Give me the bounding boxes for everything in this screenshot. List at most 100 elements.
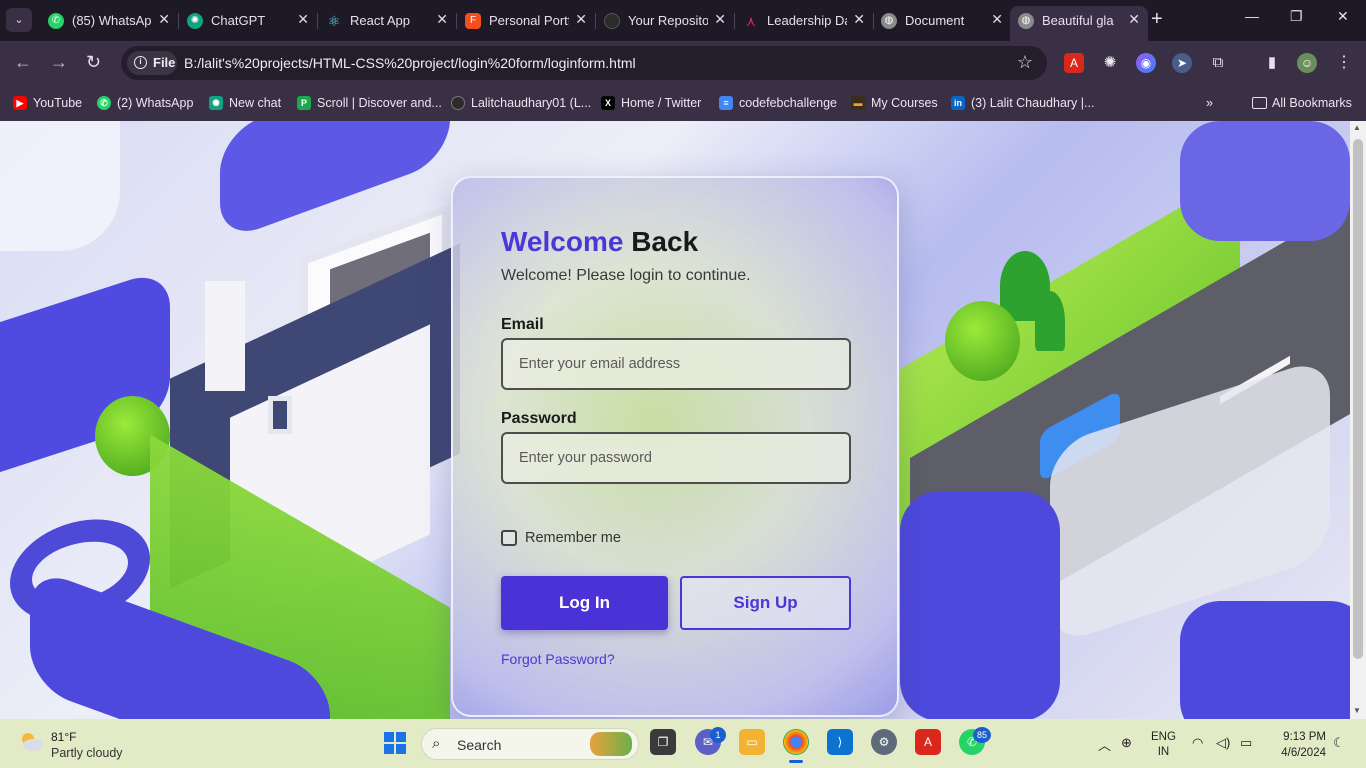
language-indicator[interactable]: ENG IN <box>1151 730 1176 760</box>
tab-personal-portfolio[interactable]: F Personal Portfolio ✕ <box>457 6 596 35</box>
site-info-chip[interactable]: i File <box>127 51 177 75</box>
tab-your-repositories[interactable]: Your Repositories ✕ <box>596 6 735 35</box>
profile-avatar[interactable]: ☺ <box>1297 53 1317 73</box>
window-close-icon[interactable]: ✕ <box>1337 8 1349 25</box>
new-tab-button[interactable]: + <box>1151 8 1163 31</box>
close-icon[interactable]: ✕ <box>158 11 170 28</box>
chip-label: File <box>153 55 176 70</box>
notification-badge: 85 <box>973 727 991 743</box>
tab-title: (85) WhatsApp <box>72 13 152 28</box>
close-icon[interactable]: ✕ <box>853 11 865 28</box>
info-icon: i <box>134 56 147 69</box>
login-button[interactable]: Log In <box>501 576 668 630</box>
acrobat-extension-icon[interactable]: A <box>1064 53 1084 73</box>
linkedin-icon: in <box>951 96 965 110</box>
email-field[interactable] <box>501 338 851 390</box>
bookmark-my-courses[interactable]: ▬ My Courses <box>851 93 938 113</box>
signup-button[interactable]: Sign Up <box>680 576 851 630</box>
password-field[interactable] <box>501 432 851 484</box>
menu-kebab-icon[interactable]: ⋮ <box>1334 53 1354 73</box>
bookmark-youtube[interactable]: ▶ YouTube <box>13 93 82 113</box>
bookmark-codefebchallenge[interactable]: ≡ codefebchallenge <box>719 93 837 113</box>
close-icon[interactable]: ✕ <box>436 11 448 28</box>
docs-icon: ≡ <box>719 96 733 110</box>
openai-extension-icon[interactable]: ✺ <box>1100 53 1120 73</box>
vscode-icon[interactable]: ⟩ <box>827 729 853 755</box>
title-accent: Welcome <box>501 226 624 257</box>
bookmark-github[interactable]: Lalitchaudhary01 (L... <box>451 93 591 113</box>
whatsapp-icon: ✆ <box>48 13 64 29</box>
volume-icon[interactable]: ◁) <box>1216 735 1230 751</box>
forgot-password-link[interactable]: Forgot Password? <box>501 651 615 667</box>
url-text[interactable]: B:/lalit's%20projects/HTML-CSS%20project… <box>184 55 636 71</box>
battery-icon[interactable]: ▭ <box>1240 735 1252 751</box>
background-decoration <box>0 121 120 251</box>
page-scrollbar[interactable]: ▲ ▼ <box>1350 121 1366 719</box>
login-card: Welcome Back Welcome! Please login to co… <box>451 176 899 717</box>
tab-whatsapp[interactable]: ✆ (85) WhatsApp ✕ <box>40 6 179 35</box>
network-globe-icon[interactable]: ⊕ <box>1121 735 1132 751</box>
tab-search-button[interactable]: ⌄ <box>6 8 32 32</box>
scroll-down-icon[interactable]: ▼ <box>1353 706 1361 715</box>
bookmark-linkedin[interactable]: in (3) Lalit Chaudhary |... <box>951 93 1094 113</box>
close-icon[interactable]: ✕ <box>297 11 309 28</box>
settings-gear-icon[interactable]: ⚙ <box>871 729 897 755</box>
clock[interactable]: 9:13 PM 4/6/2024 <box>1274 729 1326 761</box>
tab-beautiful-glass[interactable]: ◍ Beautiful glassmorphism ✕ <box>1010 6 1148 41</box>
tab-strip: ⌄ ✆ (85) WhatsApp ✕ ✺ ChatGPT ✕ ⚛ React … <box>0 0 1366 41</box>
all-bookmarks-button[interactable]: All Bookmarks <box>1252 93 1352 113</box>
bookmark-scroll[interactable]: P Scroll | Discover and... <box>297 93 442 113</box>
close-icon[interactable]: ✕ <box>1128 11 1140 28</box>
side-panel-icon[interactable]: ▮ <box>1262 53 1282 73</box>
github-icon <box>604 13 620 29</box>
close-icon[interactable]: ✕ <box>714 11 726 28</box>
chatgpt-icon: ✺ <box>187 13 203 29</box>
bookmark-whatsapp[interactable]: ✆ (2) WhatsApp <box>97 93 193 113</box>
close-icon[interactable]: ✕ <box>991 11 1003 28</box>
tab-leadership[interactable]: ⋏ Leadership Dashboard ✕ <box>735 6 874 35</box>
tab-react-app[interactable]: ⚛ React App ✕ <box>318 6 457 35</box>
forward-icon[interactable]: → <box>50 52 68 73</box>
notification-bell-icon[interactable]: ☾ <box>1333 735 1345 751</box>
search-label: Search <box>457 737 502 753</box>
background-decoration <box>900 491 1060 719</box>
bookmark-star-icon[interactable]: ☆ <box>1017 52 1033 73</box>
back-icon[interactable]: ← <box>14 52 32 73</box>
tab-document[interactable]: ◍ Document ✕ <box>873 6 1011 35</box>
windows-start-icon[interactable] <box>384 732 406 754</box>
scroll-icon: P <box>297 96 311 110</box>
tab-title: Leadership Dashboard <box>767 13 847 28</box>
chrome-icon[interactable] <box>783 729 809 755</box>
email-label: Email <box>501 316 544 333</box>
partly-cloudy-icon <box>22 733 43 751</box>
react-icon: ⚛ <box>327 13 341 29</box>
bookmark-new-chat[interactable]: ✺ New chat <box>209 93 281 113</box>
tab-chatgpt[interactable]: ✺ ChatGPT ✕ <box>179 6 318 35</box>
leadership-icon: ⋏ <box>745 13 757 29</box>
task-view-icon[interactable]: ❐ <box>650 729 676 755</box>
minimize-icon[interactable]: — <box>1245 8 1259 24</box>
cursor-extension-icon[interactable]: ➤ <box>1172 53 1192 73</box>
extensions-puzzle-icon[interactable]: ⧉ <box>1208 53 1228 73</box>
ai-extension-icon[interactable]: ◉ <box>1136 53 1156 73</box>
restore-icon[interactable]: ❐ <box>1290 8 1303 25</box>
windows-taskbar: 81°F Partly cloudy ⌕ Search ❐ ✉ 1 ▭ ⟩ ⚙ … <box>0 719 1366 768</box>
tab-title: Your Repositories <box>628 13 708 28</box>
scroll-up-icon[interactable]: ▲ <box>1353 123 1361 132</box>
reload-icon[interactable]: ↻ <box>86 52 101 73</box>
taskbar-search[interactable]: ⌕ Search <box>421 728 639 760</box>
file-explorer-icon[interactable]: ▭ <box>739 729 765 755</box>
acrobat-icon[interactable]: A <box>915 729 941 755</box>
address-bar[interactable]: i File B:/lalit's%20projects/HTML-CSS%20… <box>121 46 1047 80</box>
tab-title: Personal Portfolio <box>489 13 569 28</box>
bookmark-twitter[interactable]: X Home / Twitter <box>601 93 701 113</box>
remember-me-checkbox[interactable] <box>501 530 517 546</box>
password-label: Password <box>501 410 577 427</box>
wifi-icon[interactable]: ◠ <box>1192 735 1203 751</box>
show-hidden-icons-chevron-icon[interactable]: ︿ <box>1098 735 1111 754</box>
bookmarks-overflow-chevron-icon[interactable]: » <box>1206 93 1213 113</box>
scrollbar-thumb[interactable] <box>1353 139 1363 659</box>
tab-title: Document <box>905 13 965 28</box>
close-icon[interactable]: ✕ <box>575 11 587 28</box>
title-rest: Back <box>631 226 699 257</box>
